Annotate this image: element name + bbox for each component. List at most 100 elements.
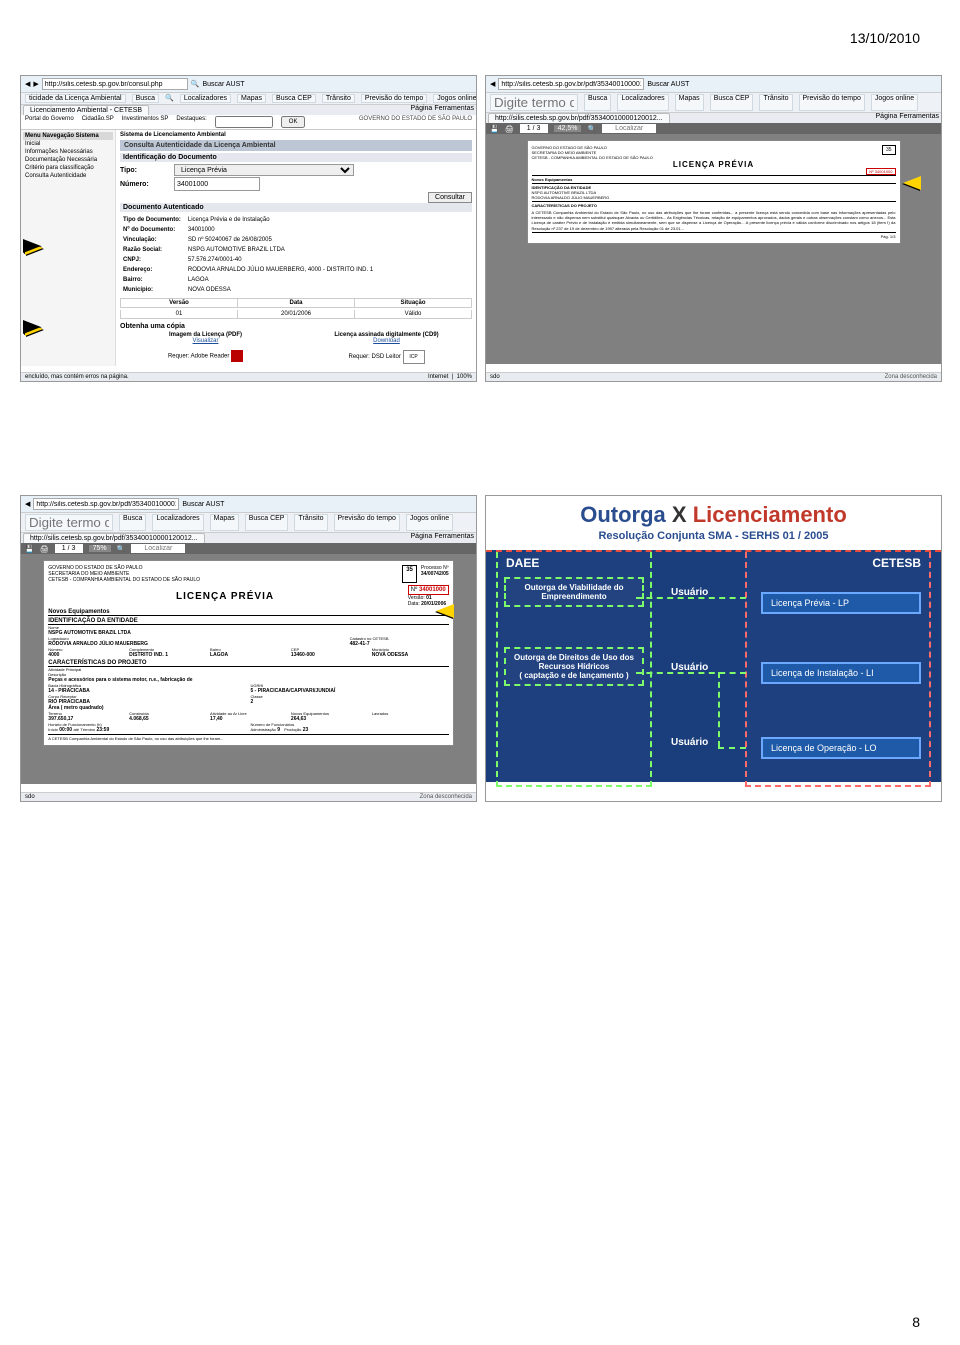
- req-dsd: Requer: DSD Leitor: [348, 354, 400, 360]
- address-bar: ◀ ▶ 🔍 Buscar AUST: [21, 76, 476, 93]
- tab-pdf[interactable]: http://silis.cetesb.sp.gov.br/pdf/353400…: [23, 533, 205, 543]
- url-input[interactable]: [42, 78, 188, 90]
- find-input[interactable]: [602, 124, 656, 133]
- screenshot-consulta: ◀ ▶ 🔍 Buscar AUST ticidade da Licença Am…: [20, 75, 477, 382]
- box-lp: Licença Prévia - LP: [761, 592, 921, 614]
- main-panel: Sistema de Licenciamento Ambiental Consu…: [116, 130, 476, 366]
- sel-tipo[interactable]: Licença Prévia: [174, 164, 354, 176]
- tab-licenca[interactable]: ticidade da Licença Ambiental: [25, 94, 126, 103]
- seq-box: 35: [882, 145, 896, 155]
- seq-box: 35: [402, 565, 417, 583]
- btn-consultar[interactable]: Consultar: [428, 192, 472, 203]
- back-icon[interactable]: ◀: [25, 80, 30, 88]
- tb-ferr[interactable]: Ferramentas: [434, 105, 474, 115]
- tb-busca[interactable]: Busca: [132, 94, 159, 103]
- tb-mapas[interactable]: Mapas: [237, 94, 266, 103]
- search-label: Buscar AUST: [203, 81, 245, 88]
- print-icon[interactable]: 🖨: [505, 125, 514, 133]
- find-icon[interactable]: 🔍: [587, 125, 596, 133]
- link-download[interactable]: Download: [373, 338, 400, 344]
- fwd-icon[interactable]: ▶: [33, 80, 38, 88]
- search-input[interactable]: [490, 94, 578, 111]
- sidebar-head: Menu Navegação Sistema: [23, 132, 113, 140]
- lic-num-box: Nº 34001000: [866, 168, 895, 175]
- box-li: Licença de Instalação - LI: [761, 662, 921, 684]
- slide-subtitle: Resolução Conjunta SMA - SERHS 01 / 2005: [486, 530, 941, 542]
- gov-ok[interactable]: OK: [281, 116, 306, 128]
- arrow-highlight-numero: [25, 241, 43, 255]
- pdf-toolbar: 💾 🖨 42,5% 🔍: [486, 123, 941, 134]
- side-doc[interactable]: Documentação Necessária: [23, 156, 113, 164]
- status-zoom: 100%: [457, 374, 472, 380]
- adobe-icon: [231, 350, 243, 362]
- url-input[interactable]: [33, 498, 179, 510]
- arrow-highlight-visualizar: [25, 322, 43, 336]
- status-bar: encluído, mas contém erros na página. In…: [21, 372, 476, 381]
- usuario-3: Usuário: [671, 737, 708, 748]
- lic-title: LICENÇA PRÉVIA: [532, 160, 896, 169]
- doc-auth-table: Tipo de Documento:Licença Prévia e de In…: [120, 214, 376, 296]
- side-info[interactable]: Informações Necessárias: [23, 148, 113, 156]
- slide-title: Outorga X Licenciamento: [486, 496, 941, 528]
- ident-title: Identificação do Documento: [120, 153, 472, 162]
- connector: [636, 672, 746, 674]
- tb-transito[interactable]: Trânsito: [322, 94, 355, 103]
- status-left: sdo: [490, 374, 500, 380]
- pdf-page: GOVERNO DO ESTADO DE SÃO PAULO SECRETARI…: [43, 560, 453, 746]
- back-icon[interactable]: ◀: [490, 80, 495, 88]
- slide-outorga-licenciamento: Outorga X Licenciamento Resolução Conjun…: [485, 495, 942, 802]
- gov-portal[interactable]: Portal do Governo: [25, 116, 74, 128]
- inp-numero[interactable]: [174, 177, 260, 191]
- tb-cep[interactable]: Busca CEP: [272, 94, 316, 103]
- page-number: 8: [912, 1314, 920, 1330]
- page-input[interactable]: [55, 544, 83, 553]
- zoom-value[interactable]: 75%: [89, 545, 111, 552]
- box-outorga-direitos: Outorga de Direitos de Uso dos Recursos …: [504, 647, 644, 686]
- tb-tempo[interactable]: Previsão do tempo: [361, 94, 427, 103]
- gov-bar: Portal do Governo Cidadão.SP Investiment…: [21, 115, 476, 130]
- versao-row: 01 20/01/2006 Válido: [120, 310, 472, 319]
- consulta-title: Consulta Autenticidade da Licença Ambien…: [120, 140, 472, 151]
- search-input[interactable]: [25, 514, 113, 531]
- obtenha-title: Obtenha uma cópia: [120, 323, 472, 330]
- pdf-page: 35 GOVERNO DO ESTADO DE SÃO PAULO SECRET…: [527, 140, 901, 244]
- screenshot-pdf-small: ◀ Buscar AUST Busca Localizadores Mapas …: [485, 75, 942, 382]
- gov-invest[interactable]: Investimentos SP: [122, 116, 169, 128]
- page-date: 13/10/2010: [850, 30, 920, 46]
- gov-dest: Destaques:: [176, 116, 206, 128]
- connector: [718, 747, 746, 749]
- tb-jogos[interactable]: Jogos online: [433, 94, 476, 103]
- lic-smalltext: A CETESB Companhia Ambiental do Estado d…: [532, 210, 896, 231]
- page-input[interactable]: [520, 124, 548, 133]
- gov-dest-input[interactable]: [215, 116, 273, 128]
- box-outorga-viabilidade: Outorga de Viabilidade do Empreendimento: [504, 577, 644, 607]
- box-lo: Licença de Operação - LO: [761, 737, 921, 759]
- lbl-tipo: Tipo:: [120, 167, 170, 174]
- tab-pdf[interactable]: http://silis.cetesb.sp.gov.br/pdf/353400…: [488, 113, 670, 123]
- tb-local[interactable]: Localizadores: [180, 94, 231, 103]
- gov-logo: GOVERNO DO ESTADO DE SÃO PAULO: [359, 116, 472, 128]
- icp-icon: ICP: [403, 350, 425, 364]
- save-icon[interactable]: 💾: [490, 125, 499, 133]
- tb-pagina[interactable]: Página: [411, 105, 433, 115]
- url-input[interactable]: [498, 78, 644, 90]
- lic-num-box: Nº 34001000: [408, 585, 449, 595]
- arrow-highlight-licnum: [436, 604, 454, 618]
- side-crit[interactable]: Critério para classificação: [23, 164, 113, 172]
- status-internet: Internet: [428, 374, 448, 380]
- side-consulta[interactable]: Consulta Autenticidade: [23, 172, 113, 180]
- status-err: encluído, mas contém erros na página.: [25, 374, 129, 380]
- tab-cetesb[interactable]: Licenciamento Ambiental - CETESB: [23, 105, 149, 115]
- side-inicial[interactable]: Inicial: [23, 140, 113, 148]
- lbl-numero: Número:: [120, 181, 170, 188]
- zoom-value[interactable]: 42,5%: [554, 125, 582, 132]
- link-visualizar[interactable]: Visualizar: [193, 338, 219, 344]
- connector: [636, 597, 746, 599]
- screenshot-pdf-zoom: ◀ Buscar AUST Busca Localizadores Mapas …: [20, 495, 477, 802]
- gov-cidadao[interactable]: Cidadão.SP: [82, 116, 114, 128]
- versao-header: Versão Data Situação: [120, 298, 472, 308]
- req-adobe: Requer: Adobe Reader: [168, 354, 229, 360]
- sys-title: Sistema de Licenciamento Ambiental: [120, 132, 472, 138]
- status-zone: Zona desconhecida: [885, 374, 937, 380]
- search-toolbar: ticidade da Licença Ambiental Busca 🔍 Lo…: [21, 93, 476, 105]
